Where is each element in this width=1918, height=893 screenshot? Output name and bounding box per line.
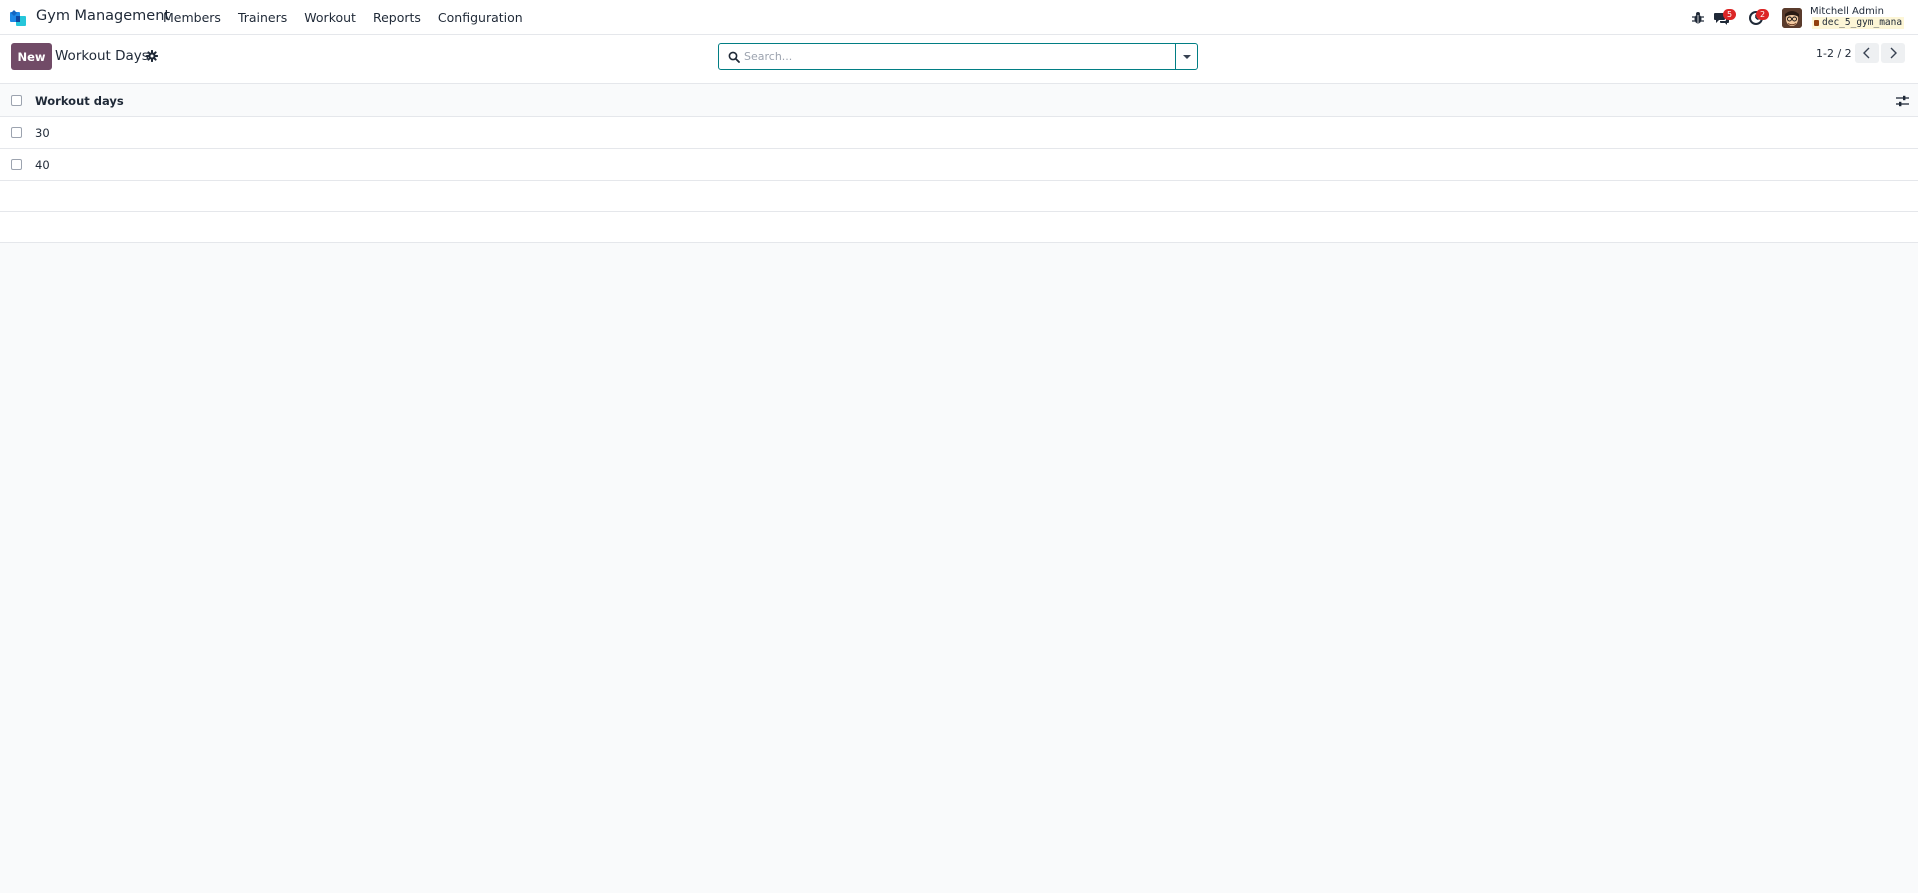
- menu-item-workout[interactable]: Workout: [304, 10, 356, 25]
- activities-badge: 2: [1756, 9, 1769, 20]
- app-name[interactable]: Gym Management: [36, 8, 170, 24]
- user-avatar[interactable]: [1782, 8, 1802, 28]
- menu-item-reports[interactable]: Reports: [373, 10, 421, 25]
- debug-bug-icon[interactable]: [1690, 10, 1706, 26]
- select-all-checkbox[interactable]: [11, 95, 22, 106]
- table-row[interactable]: 40: [0, 149, 1918, 181]
- user-name[interactable]: Mitchell Admin: [1810, 6, 1884, 17]
- caret-down-icon: [1183, 55, 1191, 59]
- gear-icon[interactable]: [146, 50, 158, 62]
- menu-item-configuration[interactable]: Configuration: [438, 10, 523, 25]
- page-title: Workout Days: [55, 48, 149, 64]
- pager-value[interactable]: 1-2 / 2: [1816, 47, 1852, 60]
- database-name: dec_5_gym_mana: [1812, 17, 1905, 29]
- search-box: [718, 43, 1198, 70]
- search-options-toggle[interactable]: [1175, 44, 1197, 69]
- new-button[interactable]: New: [11, 43, 52, 70]
- menu-item-trainers[interactable]: Trainers: [238, 10, 287, 25]
- row-checkbox[interactable]: [11, 159, 22, 170]
- control-panel: New Workout Days 1-2 / 2: [0, 35, 1918, 84]
- list-view: Workout days 30 40: [0, 85, 1918, 243]
- messages-badge: 5: [1723, 9, 1736, 20]
- pager-next-button[interactable]: [1881, 43, 1905, 63]
- cell-workout-days: 30: [35, 126, 50, 140]
- empty-row: [0, 212, 1918, 243]
- database-label: dec_5_gym_mana: [1822, 17, 1903, 28]
- cell-workout-days: 40: [35, 158, 50, 172]
- database-icon: [1814, 20, 1819, 26]
- pager-previous-button[interactable]: [1855, 43, 1879, 63]
- search-icon: [728, 51, 740, 63]
- top-navbar: Gym Management Members Trainers Workout …: [0, 0, 1918, 35]
- app-logo-icon[interactable]: [10, 10, 27, 27]
- chevron-left-icon: [1863, 47, 1870, 59]
- avatar-face-icon: [1782, 8, 1802, 28]
- list-header: Workout days: [0, 85, 1918, 117]
- optional-columns-sliders-icon[interactable]: [1896, 95, 1909, 107]
- menu-item-members[interactable]: Members: [163, 10, 221, 25]
- column-header-workout-days[interactable]: Workout days: [35, 94, 124, 108]
- table-row[interactable]: 30: [0, 117, 1918, 149]
- search-input[interactable]: [744, 46, 1174, 67]
- chevron-right-icon: [1890, 47, 1897, 59]
- empty-row: [0, 181, 1918, 212]
- main-menu: Members Trainers Workout Reports Configu…: [163, 10, 540, 25]
- row-checkbox[interactable]: [11, 127, 22, 138]
